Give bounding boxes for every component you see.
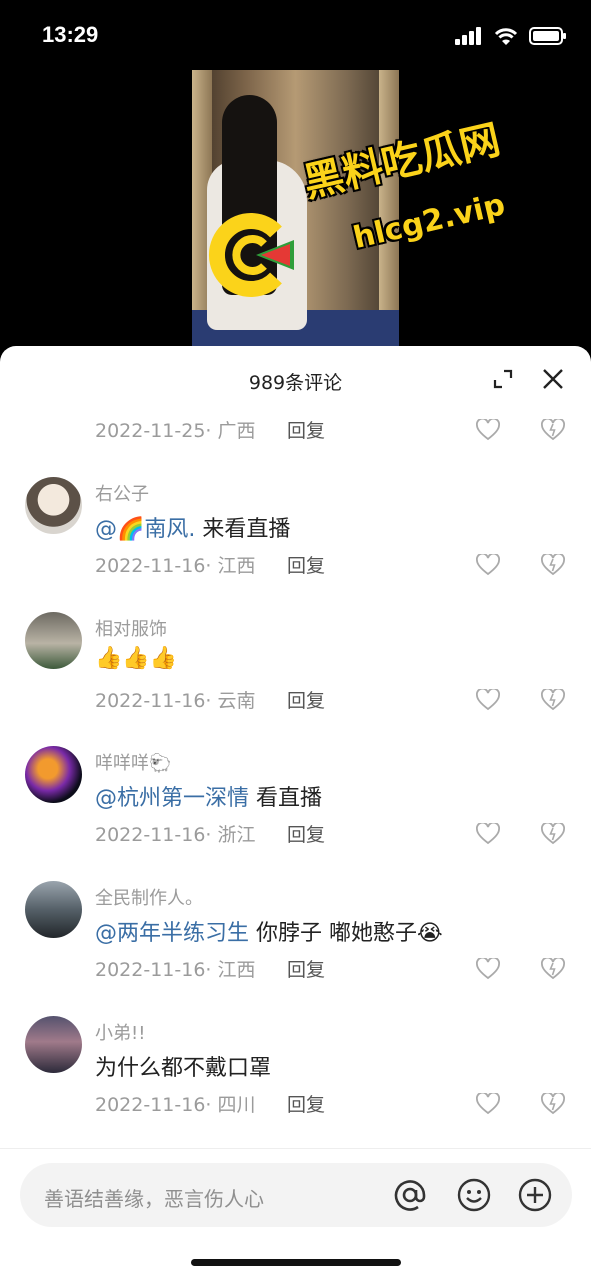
- reply-button[interactable]: 回复: [287, 1090, 325, 1117]
- comment-text: 👍👍👍: [95, 646, 178, 671]
- comment-text: 为什么都不戴口罩: [95, 1056, 272, 1081]
- status-icons: [455, 26, 567, 46]
- dislike-icon[interactable]: [541, 958, 565, 980]
- comment-meta: 2022-11-16· 浙江: [95, 824, 256, 846]
- avatar[interactable]: [25, 746, 82, 803]
- reply-button[interactable]: 回复: [287, 820, 325, 847]
- mention-link[interactable]: @杭州第一深情: [95, 786, 249, 811]
- comment-input-placeholder: 善语结善缘，恶言伤人心: [44, 1187, 264, 1211]
- emoji-icon[interactable]: [456, 1177, 492, 1213]
- comment-body: 你脖子 嘟她憨子😭: [249, 921, 443, 946]
- avatar[interactable]: [25, 612, 82, 669]
- comment-body: 来看直播: [195, 517, 291, 542]
- username[interactable]: 咩咩咩🐑: [95, 749, 171, 775]
- comment-meta: 2022-11-16· 江西: [95, 555, 256, 577]
- comment-text: @🌈南风. 来看直播: [95, 511, 290, 543]
- reply-button[interactable]: 回复: [287, 416, 325, 443]
- comment-meta: 2022-11-16· 云南: [95, 690, 256, 712]
- at-mention-icon[interactable]: [392, 1177, 428, 1213]
- expand-icon[interactable]: [492, 368, 514, 390]
- comment-text: @两年半练习生 你脖子 嘟她憨子😭: [95, 915, 443, 947]
- comment-input[interactable]: 善语结善缘，恶言伤人心: [20, 1163, 572, 1227]
- like-icon[interactable]: [476, 1093, 500, 1115]
- like-icon[interactable]: [476, 554, 500, 576]
- input-divider: [0, 1148, 591, 1149]
- reply-button[interactable]: 回复: [287, 686, 325, 713]
- like-icon[interactable]: [476, 823, 500, 845]
- comment-meta: 2022-11-16· 江西: [95, 959, 256, 981]
- video-pillar-right: [379, 70, 399, 350]
- watermark-logo-icon: [208, 213, 294, 297]
- avatar[interactable]: [25, 1016, 82, 1073]
- username[interactable]: 右公子: [95, 480, 149, 506]
- avatar[interactable]: [25, 477, 82, 534]
- plus-icon[interactable]: [517, 1177, 553, 1213]
- comments-sheet: 989条评论 2022-11-25· 广西 回复 右公子 @🌈南风. 来看直播 …: [0, 346, 591, 1280]
- comment-meta: 2022-11-25· 广西: [95, 420, 256, 442]
- dislike-icon[interactable]: [541, 689, 565, 711]
- like-icon[interactable]: [476, 419, 500, 441]
- wifi-icon: [494, 28, 518, 45]
- dislike-icon[interactable]: [541, 419, 565, 441]
- like-icon[interactable]: [476, 958, 500, 980]
- dislike-icon[interactable]: [541, 554, 565, 576]
- dislike-icon[interactable]: [541, 823, 565, 845]
- status-time: 13:29: [42, 22, 99, 47]
- reply-button[interactable]: 回复: [287, 551, 325, 578]
- username[interactable]: 小弟!!: [95, 1019, 145, 1045]
- dislike-icon[interactable]: [541, 1093, 565, 1115]
- close-icon[interactable]: [540, 366, 566, 392]
- like-icon[interactable]: [476, 689, 500, 711]
- username[interactable]: 全民制作人。: [95, 884, 203, 910]
- comment-body: 看直播: [249, 786, 323, 811]
- username[interactable]: 相对服饰: [95, 615, 167, 641]
- mention-link[interactable]: @🌈南风.: [95, 517, 195, 542]
- mention-link[interactable]: @两年半练习生: [95, 921, 249, 946]
- reply-button[interactable]: 回复: [287, 955, 325, 982]
- comment-text: @杭州第一深情 看直播: [95, 780, 322, 812]
- avatar[interactable]: [25, 881, 82, 938]
- comment-meta: 2022-11-16· 四川: [95, 1094, 256, 1116]
- home-indicator: [191, 1259, 401, 1266]
- battery-icon: [529, 27, 566, 45]
- status-bar: 13:29: [0, 0, 591, 70]
- signal-icon: [455, 27, 481, 45]
